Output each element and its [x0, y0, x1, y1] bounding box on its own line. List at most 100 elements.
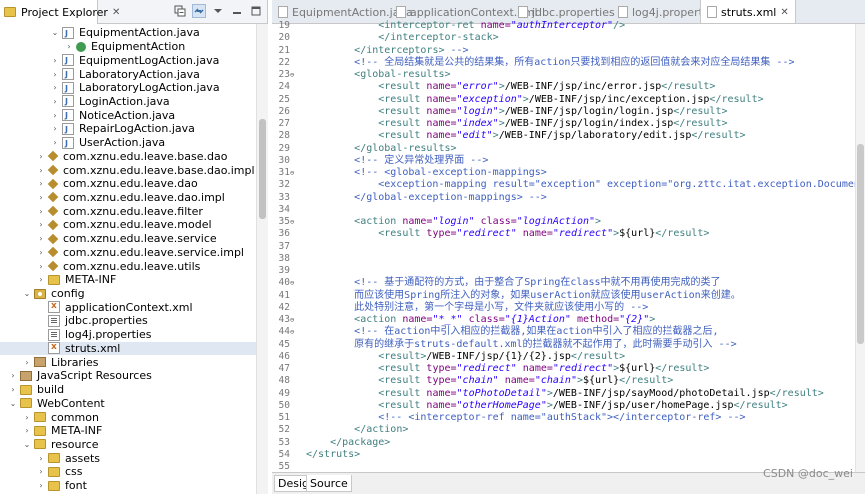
- collapsed-twisty-icon[interactable]: ›: [36, 260, 46, 272]
- collapsed-twisty-icon[interactable]: ›: [36, 480, 46, 492]
- tree-item[interactable]: ⌄ WebContent: [0, 396, 256, 410]
- tree-item[interactable]: › LoginAction.java: [0, 95, 256, 109]
- tree-item[interactable]: › com.xznu.edu.leave.model: [0, 218, 256, 232]
- tree-item[interactable]: › EquipmentLogAction.java: [0, 53, 256, 68]
- collapsed-twisty-icon[interactable]: ›: [36, 164, 46, 176]
- collapsed-twisty-icon[interactable]: ›: [64, 41, 74, 53]
- collapsed-twisty-icon[interactable]: ›: [8, 384, 18, 396]
- collapsed-twisty-icon[interactable]: ›: [36, 233, 46, 245]
- tree-item[interactable]: › com.xznu.edu.leave.filter: [0, 204, 256, 218]
- project-explorer-panel: Project Explorer ✕ ⌄ EquipmentAction.java…: [0, 0, 268, 494]
- collapsed-twisty-icon[interactable]: ›: [36, 191, 46, 203]
- tree-item[interactable]: jdbc.properties: [0, 314, 256, 328]
- fold-toggle-icon[interactable]: ⊖: [290, 314, 298, 326]
- collapsed-twisty-icon[interactable]: ›: [50, 137, 60, 149]
- collapsed-twisty-icon[interactable]: ›: [36, 219, 46, 231]
- minimize-icon[interactable]: [230, 4, 244, 18]
- code-text: <result type="chain" name="chain">${url}…: [306, 375, 673, 387]
- collapsed-twisty-icon[interactable]: ›: [36, 452, 46, 464]
- collapsed-twisty-icon[interactable]: ›: [22, 411, 32, 423]
- tree-item[interactable]: › com.xznu.edu.leave.service: [0, 232, 256, 246]
- expanded-twisty-icon[interactable]: ⌄: [8, 397, 18, 409]
- tree-item-label: log4j.properties: [65, 328, 152, 342]
- tree-item[interactable]: › build: [0, 383, 256, 397]
- editor-vertical-scrollbar[interactable]: [855, 24, 865, 472]
- line-number: 49: [278, 387, 290, 399]
- close-tab-icon[interactable]: ✕: [780, 7, 788, 18]
- code-token: <result: [378, 130, 427, 142]
- tree-item[interactable]: › Libraries: [0, 355, 256, 369]
- explorer-scrollbar-thumb[interactable]: [259, 119, 266, 219]
- explorer-scrollbar[interactable]: [256, 24, 268, 494]
- fold-toggle-icon[interactable]: ⊖: [290, 277, 298, 289]
- tree-item[interactable]: ⌄ EquipmentAction.java: [0, 26, 256, 40]
- line-number: 40: [278, 277, 290, 289]
- collapsed-twisty-icon[interactable]: ›: [50, 109, 60, 121]
- collapsed-twisty-icon[interactable]: ›: [8, 370, 18, 382]
- tree-item[interactable]: › font: [0, 479, 256, 493]
- code-token: <result: [378, 118, 427, 129]
- tree-item[interactable]: › RepairLogAction.java: [0, 122, 256, 136]
- expanded-twisty-icon[interactable]: ⌄: [22, 438, 32, 450]
- collapsed-twisty-icon[interactable]: ›: [36, 150, 46, 162]
- tree-item[interactable]: › com.xznu.edu.leave.service.impl: [0, 246, 256, 260]
- fold-toggle-icon[interactable]: ⊖: [290, 69, 298, 81]
- tree-item[interactable]: › assets: [0, 451, 256, 465]
- collapsed-twisty-icon[interactable]: ›: [50, 95, 60, 107]
- tree-item[interactable]: › JavaScript Resources: [0, 369, 256, 383]
- code-token: "error": [456, 81, 499, 93]
- source-tab[interactable]: Source: [306, 475, 352, 492]
- tree-item-label: RepairLogAction.java: [79, 122, 195, 136]
- tree-item[interactable]: › META-INF: [0, 273, 256, 287]
- tree-item[interactable]: › UserAction.java: [0, 136, 256, 150]
- collapsed-twisty-icon[interactable]: ›: [22, 425, 32, 437]
- tree-item[interactable]: › META-INF: [0, 424, 256, 438]
- code-editor[interactable]: 19 <interceptor-ret name="authIntercepto…: [272, 20, 855, 472]
- code-token: "login": [456, 105, 499, 117]
- tree-item[interactable]: ⌄ resource: [0, 438, 256, 452]
- tree-item[interactable]: › common: [0, 410, 256, 424]
- collapsed-twisty-icon[interactable]: ›: [36, 205, 46, 217]
- tree-item[interactable]: › com.xznu.edu.leave.dao.impl: [0, 191, 256, 205]
- collapsed-twisty-icon[interactable]: ›: [50, 123, 60, 135]
- project-explorer-tab[interactable]: Project Explorer ✕: [0, 0, 120, 24]
- tree-item[interactable]: log4j.properties: [0, 328, 256, 342]
- collapsed-twisty-icon[interactable]: ›: [36, 246, 46, 258]
- collapsed-twisty-icon[interactable]: ›: [50, 68, 60, 80]
- tree-item[interactable]: › NoticeAction.java: [0, 108, 256, 123]
- tree-item[interactable]: › com.xznu.edu.leave.base.dao.impl: [0, 163, 256, 177]
- tree-item[interactable]: › LaboratoryLogAction.java: [0, 81, 256, 95]
- collapsed-twisty-icon[interactable]: ›: [36, 466, 46, 478]
- view-menu-icon[interactable]: [211, 4, 225, 18]
- collapsed-twisty-icon[interactable]: ›: [50, 82, 60, 94]
- java-file-icon: [62, 26, 74, 40]
- expanded-twisty-icon[interactable]: ⌄: [22, 288, 32, 300]
- code-text: <result name="index">/WEB-INF/jsp/login/…: [306, 118, 727, 130]
- tree-item[interactable]: › EquipmentAction: [0, 40, 256, 54]
- collapsed-twisty-icon[interactable]: ›: [36, 274, 46, 286]
- fold-toggle-icon[interactable]: ⊖: [290, 167, 298, 179]
- code-token: name=: [402, 314, 433, 325]
- collapse-all-icon[interactable]: [173, 4, 187, 18]
- link-with-editor-icon[interactable]: [192, 4, 206, 18]
- maximize-icon[interactable]: [249, 4, 263, 18]
- editor-vertical-scrollbar-thumb[interactable]: [857, 144, 864, 344]
- collapsed-twisty-icon[interactable]: ›: [22, 356, 32, 368]
- tree-item[interactable]: › com.xznu.edu.leave.dao: [0, 177, 256, 191]
- tree-item[interactable]: struts.xml: [0, 341, 256, 356]
- tree-item[interactable]: › css: [0, 465, 256, 479]
- tree-item[interactable]: › com.xznu.edu.leave.utils: [0, 259, 256, 273]
- tree-item[interactable]: › com.xznu.edu.leave.base.dao: [0, 149, 256, 163]
- expanded-twisty-icon[interactable]: ⌄: [50, 27, 60, 39]
- tree-item[interactable]: ⌄ config: [0, 287, 256, 301]
- fold-toggle-icon[interactable]: ⊖: [290, 216, 298, 228]
- collapsed-twisty-icon[interactable]: ›: [50, 54, 60, 66]
- code-token: </result>: [570, 350, 626, 362]
- collapsed-twisty-icon[interactable]: ›: [36, 178, 46, 190]
- fold-toggle-icon[interactable]: ⊖: [290, 326, 298, 338]
- close-icon[interactable]: ✕: [112, 7, 120, 18]
- class-icon: [76, 42, 86, 53]
- tree-item[interactable]: applicationContext.xml: [0, 300, 256, 314]
- tree-item[interactable]: › LaboratoryAction.java: [0, 67, 256, 82]
